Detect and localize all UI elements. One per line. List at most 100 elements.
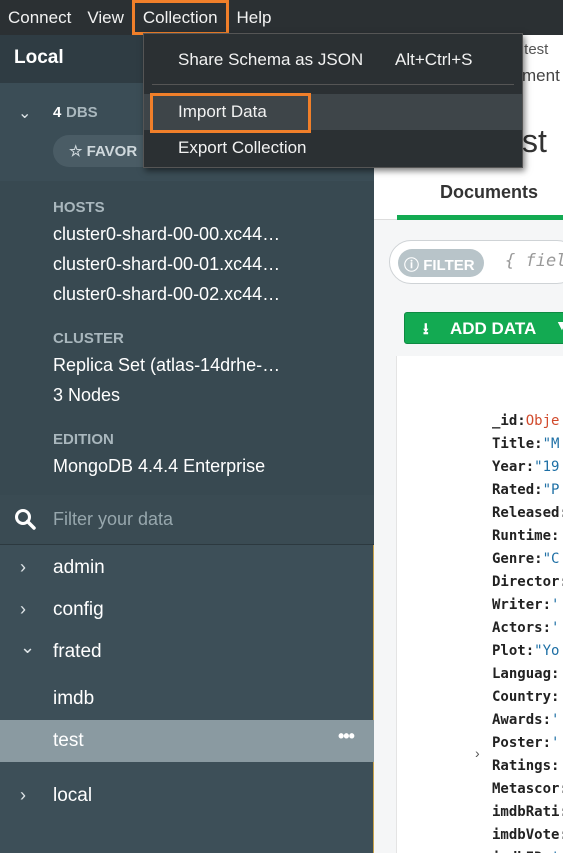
- field-value: "Yo: [534, 643, 560, 659]
- add-data-button[interactable]: ⭳ ADD DATA ▼: [404, 312, 563, 344]
- menu-item-share-schema[interactable]: Share Schema as JSON Alt+Ctrl+S: [144, 42, 522, 78]
- field-key: Metascor: [492, 781, 560, 797]
- chevron-down-icon[interactable]: ⌄: [18, 103, 31, 123]
- field-key: Languag: [492, 666, 552, 682]
- documents-list: _id:Obje Title:"M Year:"19 Rated:"P Released…: [374, 356, 563, 853]
- field-value: "P: [542, 482, 560, 498]
- field-key: Runtime: [492, 528, 552, 544]
- document-field: imdbRati:: [492, 804, 563, 820]
- menu-connect[interactable]: Connect: [0, 0, 79, 35]
- host-item: cluster0-shard-00-02.xc44…: [53, 284, 281, 304]
- menu-collection[interactable]: Collection: [131, 0, 229, 35]
- cluster-name: Replica Set (atlas-14drhe-…: [53, 355, 281, 375]
- document-card[interactable]: _id:Obje Title:"M Year:"19 Rated:"P Released…: [396, 356, 563, 853]
- db-name: config: [53, 599, 104, 620]
- document-field: Genre:"C: [492, 551, 560, 567]
- field-key: Director: [492, 574, 560, 590]
- field-key: Ratings: [492, 758, 552, 774]
- document-field: Writer:': [492, 597, 560, 613]
- breadcrumb: .test: [520, 41, 549, 58]
- highlight-box: [150, 93, 311, 133]
- query-filter[interactable]: ⓘ FILTER { fiel: [389, 240, 563, 284]
- db-name: local: [53, 785, 93, 806]
- database-list: › admin › config ⌄ frated imdb test ••• …: [0, 545, 374, 853]
- field-value: ': [551, 712, 560, 728]
- db-name: frated: [53, 641, 102, 662]
- collection-name: test: [53, 730, 84, 751]
- tab-documents-label: Documents: [440, 182, 539, 202]
- field-key: Rated: [492, 482, 535, 498]
- edition-value: MongoDB 4.4.4 Enterprise: [53, 456, 266, 476]
- document-field: Awards:': [492, 712, 560, 728]
- caret-down-icon[interactable]: ▼: [555, 317, 563, 333]
- db-name: admin: [53, 557, 105, 578]
- cluster-nodes: 3 Nodes: [53, 385, 121, 405]
- query-filter-input[interactable]: { fiel: [505, 251, 563, 271]
- collection-item-test[interactable]: test •••: [0, 720, 374, 762]
- document-field: Actors:': [492, 620, 560, 636]
- menu-item-export-collection[interactable]: Export Collection: [144, 130, 522, 166]
- field-key: Title: [492, 436, 535, 452]
- document-field: Languag:: [492, 666, 560, 682]
- chevron-down-icon[interactable]: ⌄: [20, 637, 35, 658]
- star-icon: ☆: [69, 143, 83, 160]
- db-item-local[interactable]: › local: [0, 775, 374, 817]
- document-field: Year:"19: [492, 459, 560, 475]
- field-value: ': [551, 597, 560, 613]
- document-field: Released:: [492, 505, 563, 521]
- search-icon: [15, 509, 36, 530]
- host-item: cluster0-shard-00-01.xc44…: [53, 254, 281, 274]
- cluster-label: CLUSTER: [53, 330, 124, 347]
- sidebar-filter-input[interactable]: Filter your data: [53, 509, 173, 530]
- document-field: _id:Obje: [492, 413, 560, 429]
- field-key: imdbVote: [492, 827, 560, 843]
- field-value: "19: [534, 459, 560, 475]
- hosts-label: HOSTS: [53, 199, 105, 216]
- add-data-label: ADD DATA: [450, 319, 537, 338]
- more-options-icon[interactable]: •••: [338, 726, 355, 747]
- info-icon: ⓘ: [404, 257, 420, 274]
- db-item-config[interactable]: › config: [0, 589, 374, 631]
- document-field: imdbVote:: [492, 827, 563, 843]
- field-key: Awards: [492, 712, 543, 728]
- menu-help[interactable]: Help: [229, 0, 280, 35]
- download-icon: ⭳: [423, 321, 429, 338]
- chevron-right-icon[interactable]: ›: [475, 745, 480, 761]
- field-key: Country: [492, 689, 552, 705]
- filter-pill-label: FILTER: [423, 257, 475, 274]
- field-key: imdbRati: [492, 804, 560, 820]
- menubar: Connect View Collection Help: [0, 0, 563, 35]
- edition-label: EDITION: [53, 431, 114, 448]
- menu-view[interactable]: View: [79, 0, 132, 35]
- document-field: Country:: [492, 689, 560, 705]
- sidebar-title[interactable]: Local: [14, 47, 64, 69]
- collection-item-imdb[interactable]: imdb: [0, 678, 374, 720]
- favorite-label: FAVOR: [86, 143, 138, 160]
- document-field: Rated:"P: [492, 482, 560, 498]
- field-key: Plot: [492, 643, 526, 659]
- field-value: "M: [542, 436, 560, 452]
- chevron-right-icon[interactable]: ›: [20, 599, 26, 620]
- collection-name: imdb: [53, 688, 95, 709]
- filter-pill: ⓘ FILTER: [398, 249, 484, 277]
- document-field: Title:"M: [492, 436, 560, 452]
- db-item-frated[interactable]: ⌄ frated: [0, 631, 374, 673]
- document-field: Plot:"Yo: [492, 643, 560, 659]
- field-value: Obje: [525, 413, 560, 429]
- field-value: "C: [542, 551, 560, 567]
- field-key: Genre: [492, 551, 535, 567]
- db-item-admin[interactable]: › admin: [0, 547, 374, 589]
- field-key: _id: [492, 413, 518, 429]
- field-key: Released: [492, 505, 560, 521]
- chevron-right-icon[interactable]: ›: [20, 785, 26, 806]
- tab-documents[interactable]: Documents: [397, 170, 563, 220]
- menu-item-shortcut: Alt+Ctrl+S: [395, 50, 473, 69]
- chevron-right-icon[interactable]: ›: [20, 557, 26, 578]
- breadcrumb-sub: ment: [522, 66, 560, 85]
- field-value: ': [551, 735, 560, 751]
- document-field: Metascor:: [492, 781, 563, 797]
- menu-separator: [152, 84, 514, 85]
- field-key: Year: [492, 459, 526, 475]
- field-key: Writer: [492, 597, 543, 613]
- menu-item-label: Export Collection: [178, 138, 307, 157]
